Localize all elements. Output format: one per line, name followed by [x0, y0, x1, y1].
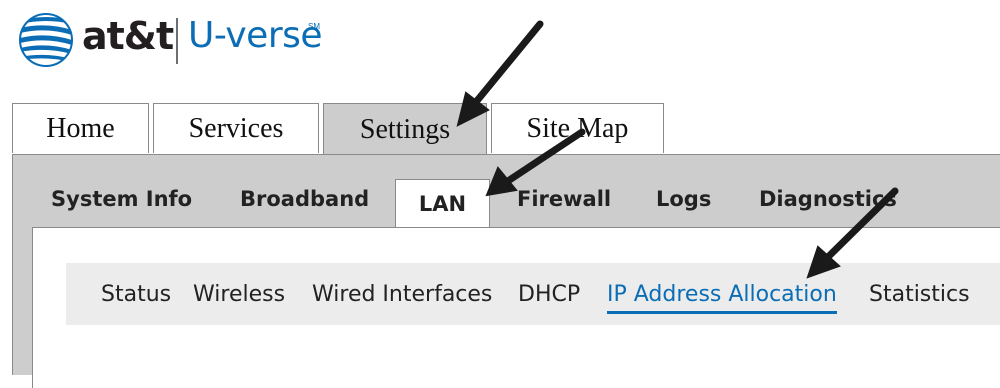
att-uverse-logo: at&t U-verse SM [18, 8, 348, 72]
lan-nav-status[interactable]: Status [101, 282, 171, 307]
lan-nav-statistics[interactable]: Statistics [869, 282, 970, 307]
tab-site-map[interactable]: Site Map [491, 103, 664, 153]
lan-nav-wireless[interactable]: Wireless [193, 282, 285, 307]
lan-content-area: Status Wireless Wired Interfaces DHCP IP… [32, 227, 1000, 388]
subtab-system-info[interactable]: System Info [51, 187, 192, 211]
lan-nav-dhcp[interactable]: DHCP [518, 282, 580, 307]
product-name: U-verse [188, 15, 323, 56]
tab-settings[interactable]: Settings [323, 103, 487, 156]
settings-panel: System Info Broadband LAN Firewall Logs … [12, 154, 1000, 388]
subtab-lan[interactable]: LAN [395, 179, 490, 227]
lan-nav-wired-interfaces[interactable]: Wired Interfaces [312, 282, 492, 307]
service-mark: SM [308, 22, 320, 31]
logo-divider [176, 18, 178, 64]
arrow-to-settings-icon [472, 20, 544, 106]
att-globe-icon [19, 13, 73, 67]
tab-services[interactable]: Services [153, 103, 319, 153]
tab-home[interactable]: Home [12, 103, 149, 153]
subtab-logs[interactable]: Logs [656, 187, 711, 211]
subtab-broadband[interactable]: Broadband [240, 187, 369, 211]
lan-section-nav: Status Wireless Wired Interfaces DHCP IP… [66, 263, 1000, 325]
settings-sub-tab-bar: System Info Broadband LAN Firewall Logs … [13, 179, 1000, 227]
brand-name: at&t [82, 14, 174, 58]
lan-nav-ip-address-allocation[interactable]: IP Address Allocation [607, 282, 837, 314]
subtab-diagnostics[interactable]: Diagnostics [759, 187, 897, 211]
subtab-firewall[interactable]: Firewall [517, 187, 611, 211]
